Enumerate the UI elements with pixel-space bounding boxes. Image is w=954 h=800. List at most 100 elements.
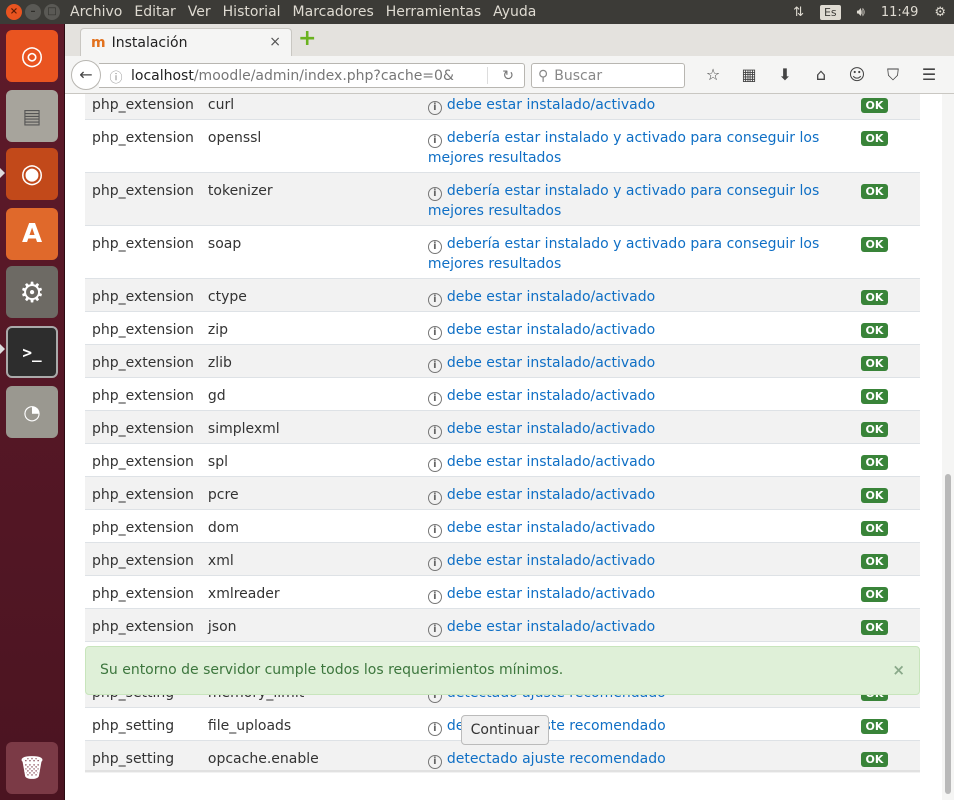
ok-badge: OK: [860, 455, 889, 470]
terminal-icon[interactable]: >_: [6, 326, 58, 378]
menu-ver[interactable]: Ver: [188, 4, 211, 20]
reading-list-icon[interactable]: ▦: [731, 64, 767, 86]
row-status-text[interactable]: debe estar instalado/activado: [447, 97, 655, 113]
ok-badge: OK: [860, 237, 889, 252]
back-button[interactable]: ←: [71, 60, 101, 90]
row-status[interactable]: i debe estar instalado/activado: [420, 476, 854, 510]
row-type: php_extension: [85, 225, 201, 279]
reload-icon[interactable]: ↻: [502, 68, 514, 84]
window-maximize-button[interactable]: □: [44, 4, 60, 20]
info-icon: i: [427, 187, 442, 201]
row-type: php_extension: [85, 509, 201, 543]
menu-hamburger-icon[interactable]: ☰: [911, 64, 947, 86]
row-status[interactable]: i debería estar instalado y activado para…: [420, 119, 854, 173]
row-status[interactable]: i debe estar instalado/activado: [420, 410, 854, 444]
row-status-text[interactable]: debe estar instalado/activado: [447, 322, 655, 338]
volume-icon[interactable]: 🔊︎: [857, 5, 865, 20]
url-path: /moodle/admin/index.php?cache=0&lang: [193, 67, 454, 84]
row-status[interactable]: i detectado ajuste recomendado: [420, 740, 854, 773]
software-center-icon[interactable]: A: [6, 208, 58, 260]
search-input[interactable]: ⚲ Buscar: [531, 63, 685, 88]
row-name: xml: [200, 542, 421, 576]
menu-ayuda[interactable]: Ayuda: [493, 4, 536, 20]
row-type: php_extension: [85, 575, 201, 609]
trash-icon[interactable]: 🗑︎: [6, 742, 58, 794]
row-result: OK: [853, 94, 920, 120]
row-name: zip: [200, 311, 421, 345]
bookmark-star-icon[interactable]: ☆: [695, 64, 731, 86]
new-tab-button[interactable]: +: [298, 28, 318, 50]
row-status-text[interactable]: debe estar instalado/activado: [447, 520, 655, 536]
info-icon: i: [427, 491, 442, 505]
row-status-text[interactable]: debe estar instalado/activado: [447, 553, 655, 569]
url-bar[interactable]: ⓘ localhost /moodle/admin/index.php?cach…: [99, 63, 525, 88]
page-content: php_extension curl i debe estar instalado/a…: [65, 94, 954, 800]
menu-historial[interactable]: Historial: [223, 4, 281, 20]
menu-archivo[interactable]: Archivo: [70, 4, 122, 20]
row-status-text[interactable]: debería estar instalado y activado para …: [428, 236, 819, 272]
row-result: OK: [853, 377, 920, 411]
menu-marcadores[interactable]: Marcadores: [293, 4, 374, 20]
table-row: php_extension zip i debe estar instalado/ac…: [85, 311, 920, 345]
continue-button[interactable]: Continuar: [461, 715, 549, 745]
clock[interactable]: 11:49: [881, 5, 918, 20]
row-status[interactable]: i debe estar instalado/activado: [420, 377, 854, 411]
ok-badge: OK: [860, 323, 889, 338]
alert-close-icon[interactable]: ×: [892, 661, 905, 679]
keyboard-layout-indicator[interactable]: Es: [819, 4, 841, 20]
downloads-icon[interactable]: ⬇: [767, 64, 803, 86]
disk-icon[interactable]: ◔: [6, 386, 58, 438]
row-status[interactable]: i debe estar instalado/activado: [420, 94, 854, 120]
row-status[interactable]: i debe estar instalado/activado: [420, 311, 854, 345]
row-status-text[interactable]: debe estar instalado/activado: [447, 586, 655, 602]
menu-editar[interactable]: Editar: [134, 4, 175, 20]
row-status[interactable]: i debe estar instalado/activado: [420, 344, 854, 378]
row-status-text[interactable]: debería estar instalado y activado para …: [428, 130, 819, 166]
row-status[interactable]: i debe estar instalado/activado: [420, 608, 854, 642]
row-status[interactable]: i debería estar instalado y activado para…: [420, 225, 854, 279]
pocket-icon[interactable]: ⛉: [875, 64, 911, 86]
row-status-text[interactable]: debería estar instalado y activado para …: [428, 183, 819, 219]
firefox-icon[interactable]: ◉: [6, 148, 58, 200]
ubuntu-icon[interactable]: ◎: [6, 30, 58, 82]
row-status[interactable]: i debe estar instalado/activado: [420, 575, 854, 609]
row-name: simplexml: [200, 410, 421, 444]
row-name: ctype: [200, 278, 421, 312]
row-status[interactable]: i debe estar instalado/activado: [420, 542, 854, 576]
page-scrollbar[interactable]: [942, 94, 954, 800]
gear-icon[interactable]: ⚙: [934, 5, 946, 20]
row-status[interactable]: i debe estar instalado/activado: [420, 443, 854, 477]
row-status[interactable]: i debe estar instalado/activado: [420, 509, 854, 543]
row-status-text[interactable]: debe estar instalado/activado: [447, 454, 655, 470]
row-status-text[interactable]: debe estar instalado/activado: [447, 487, 655, 503]
scrollbar-thumb[interactable]: [945, 474, 951, 794]
site-info-icon[interactable]: ⓘ: [107, 67, 125, 86]
row-status-text[interactable]: debe estar instalado/activado: [447, 619, 655, 635]
ok-badge: OK: [860, 389, 889, 404]
info-icon: i: [427, 101, 442, 115]
close-tab-icon[interactable]: ×: [269, 34, 281, 50]
window-minimize-button[interactable]: –: [25, 4, 41, 20]
row-status[interactable]: i debe estar instalado/activado: [420, 278, 854, 312]
row-name: opcache.enable: [200, 740, 421, 773]
row-status-text[interactable]: debe estar instalado/activado: [447, 355, 655, 371]
files-icon[interactable]: ▤: [6, 90, 58, 142]
ok-badge: OK: [860, 356, 889, 371]
row-name: file_uploads: [200, 707, 421, 741]
row-type: php_extension: [85, 94, 201, 120]
tab-instalacion[interactable]: m Instalación ×: [80, 28, 292, 56]
row-status-text[interactable]: debe estar instalado/activado: [447, 388, 655, 404]
menu-herramientas[interactable]: Herramientas: [386, 4, 481, 20]
network-icon[interactable]: ⇅: [793, 5, 804, 20]
row-name: xmlreader: [200, 575, 421, 609]
row-type: php_extension: [85, 542, 201, 576]
home-icon[interactable]: ⌂: [803, 64, 839, 86]
window-close-button[interactable]: ×: [6, 4, 22, 20]
row-status-text[interactable]: debe estar instalado/activado: [447, 421, 655, 437]
hello-icon[interactable]: ☺: [839, 64, 875, 86]
info-icon: i: [427, 425, 442, 439]
settings-icon[interactable]: ⚙: [6, 266, 58, 318]
row-status[interactable]: i debería estar instalado y activado para…: [420, 172, 854, 226]
row-status-text[interactable]: detectado ajuste recomendado: [447, 751, 666, 767]
row-status-text[interactable]: debe estar instalado/activado: [447, 289, 655, 305]
